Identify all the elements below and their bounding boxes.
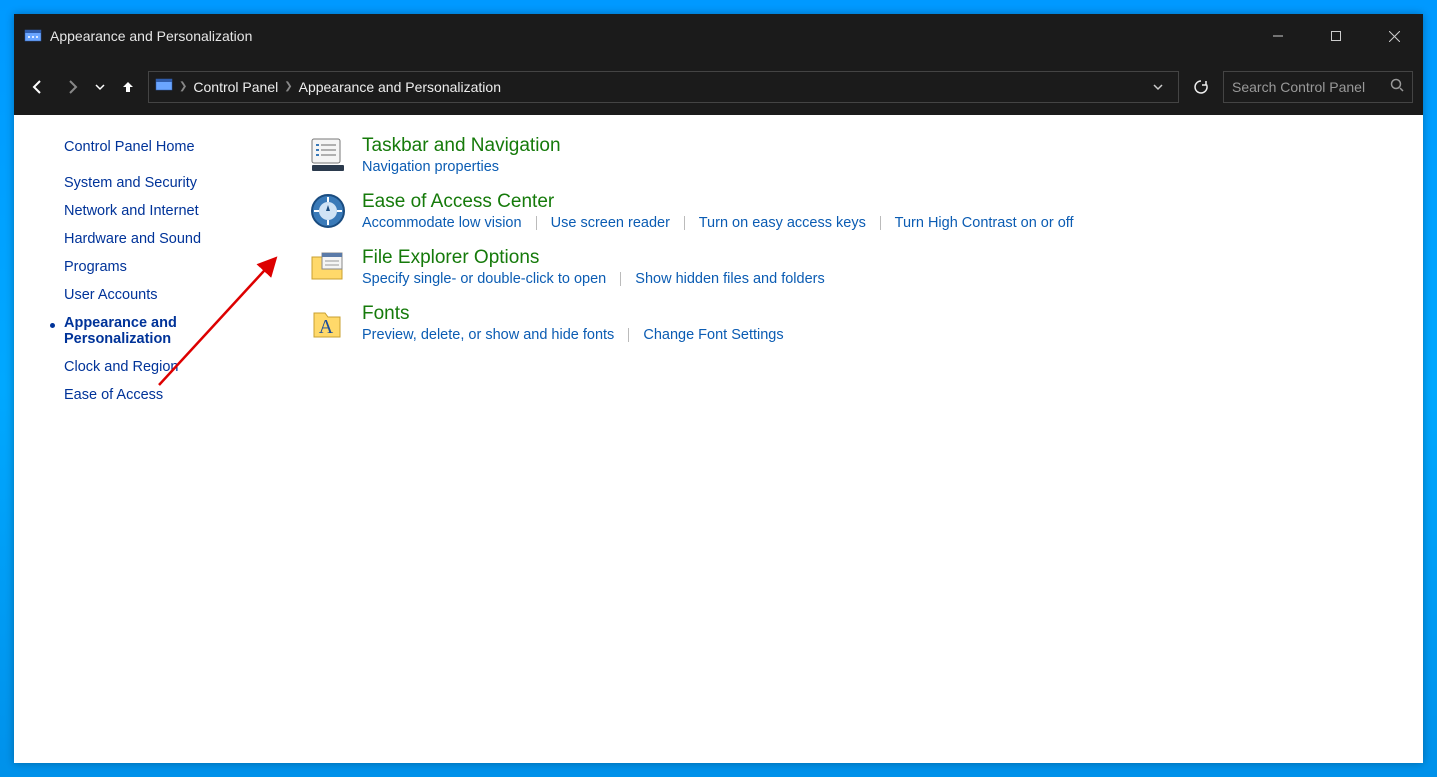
- main-content: Taskbar and Navigation Navigation proper…: [264, 115, 1423, 763]
- link-high-contrast[interactable]: Turn High Contrast on or off: [895, 215, 1074, 231]
- sidebar-item-user-accounts[interactable]: User Accounts: [64, 287, 244, 303]
- chevron-right-icon: ❯: [284, 81, 292, 92]
- back-button[interactable]: [24, 73, 52, 101]
- link-easy-access-keys[interactable]: Turn on easy access keys: [699, 215, 866, 231]
- separator: [628, 328, 629, 342]
- sidebar-item-clock-region[interactable]: Clock and Region: [64, 359, 244, 375]
- navbar: ❯ Control Panel ❯ Appearance and Persona…: [14, 58, 1423, 115]
- category-file-explorer-options: File Explorer Options Specify single- or…: [308, 247, 1403, 287]
- maximize-button[interactable]: [1307, 14, 1365, 58]
- sidebar-item-programs[interactable]: Programs: [64, 259, 244, 275]
- control-panel-window: Appearance and Personalization: [14, 14, 1423, 763]
- category-taskbar-navigation: Taskbar and Navigation Navigation proper…: [308, 135, 1403, 175]
- sidebar-item-appearance-personalization[interactable]: Appearance and Personalization: [64, 315, 244, 347]
- recent-locations-button[interactable]: [92, 73, 108, 101]
- ease-of-access-icon: [308, 191, 348, 231]
- separator: [620, 272, 621, 286]
- sidebar-item-control-panel-home[interactable]: Control Panel Home: [64, 139, 244, 155]
- link-hidden-files[interactable]: Show hidden files and folders: [635, 271, 824, 287]
- minimize-button[interactable]: [1249, 14, 1307, 58]
- link-change-font-settings[interactable]: Change Font Settings: [643, 327, 783, 343]
- category-title[interactable]: Taskbar and Navigation: [362, 135, 561, 157]
- chevron-right-icon: ❯: [179, 81, 187, 92]
- separator: [536, 216, 537, 230]
- window-controls: [1249, 14, 1423, 58]
- taskbar-icon: [308, 135, 348, 175]
- body: Control Panel Home System and Security N…: [14, 115, 1423, 763]
- window-title: Appearance and Personalization: [50, 28, 1249, 44]
- sidebar-item-system-security[interactable]: System and Security: [64, 175, 244, 191]
- search-input[interactable]: Search Control Panel: [1223, 71, 1413, 103]
- svg-text:A: A: [319, 316, 334, 338]
- breadcrumb-current[interactable]: Appearance and Personalization: [299, 79, 501, 95]
- address-bar[interactable]: ❯ Control Panel ❯ Appearance and Persona…: [148, 71, 1179, 103]
- close-button[interactable]: [1365, 14, 1423, 58]
- separator: [880, 216, 881, 230]
- app-icon: [24, 27, 42, 45]
- folder-options-icon: [308, 247, 348, 287]
- category-fonts: A Fonts Preview, delete, or show and hid…: [308, 303, 1403, 343]
- search-icon: [1390, 78, 1404, 95]
- control-panel-icon: [155, 76, 173, 97]
- category-title[interactable]: File Explorer Options: [362, 247, 825, 269]
- link-use-screen-reader[interactable]: Use screen reader: [551, 215, 670, 231]
- link-accommodate-low-vision[interactable]: Accommodate low vision: [362, 215, 522, 231]
- sidebar-item-ease-of-access[interactable]: Ease of Access: [64, 387, 244, 403]
- search-placeholder: Search Control Panel: [1232, 79, 1390, 95]
- sidebar-item-network-internet[interactable]: Network and Internet: [64, 203, 244, 219]
- link-preview-fonts[interactable]: Preview, delete, or show and hide fonts: [362, 327, 614, 343]
- breadcrumb-root[interactable]: Control Panel: [193, 79, 278, 95]
- up-button[interactable]: [114, 73, 142, 101]
- category-title[interactable]: Ease of Access Center: [362, 191, 1074, 213]
- fonts-icon: A: [308, 303, 348, 343]
- link-navigation-properties[interactable]: Navigation properties: [362, 159, 499, 175]
- refresh-button[interactable]: [1185, 71, 1217, 103]
- category-ease-of-access: Ease of Access Center Accommodate low vi…: [308, 191, 1403, 231]
- forward-button[interactable]: [58, 73, 86, 101]
- link-single-double-click[interactable]: Specify single- or double-click to open: [362, 271, 606, 287]
- category-title[interactable]: Fonts: [362, 303, 784, 325]
- sidebar-item-hardware-sound[interactable]: Hardware and Sound: [64, 231, 244, 247]
- sidebar: Control Panel Home System and Security N…: [14, 115, 264, 763]
- address-dropdown-button[interactable]: [1144, 82, 1172, 92]
- titlebar: Appearance and Personalization: [14, 14, 1423, 58]
- separator: [684, 216, 685, 230]
